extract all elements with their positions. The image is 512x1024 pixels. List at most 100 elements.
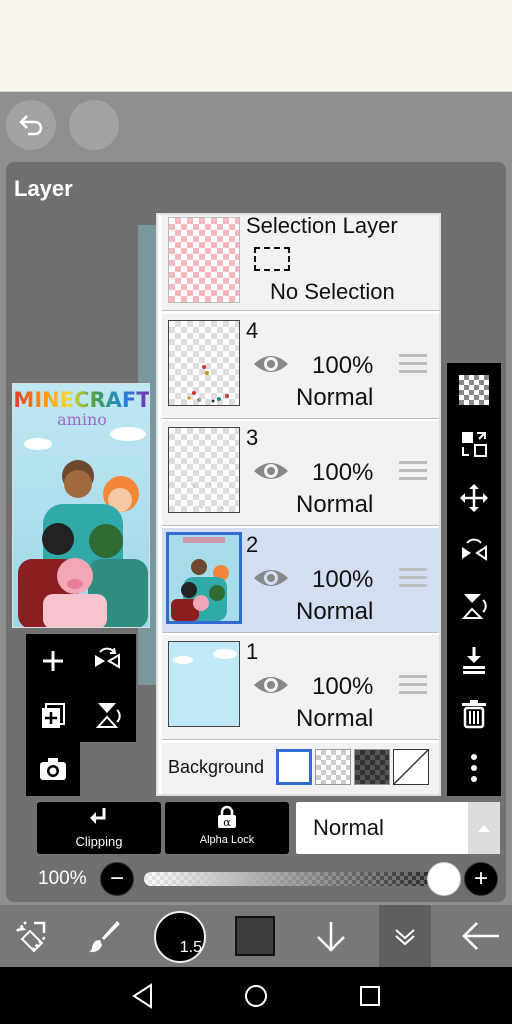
selection-layer-thumbnail — [168, 217, 240, 303]
clipping-button[interactable]: Clipping — [37, 802, 161, 854]
drag-handle-icon[interactable] — [399, 461, 427, 485]
background-white-option[interactable] — [276, 749, 312, 785]
flip-vertical-button[interactable] — [80, 688, 134, 742]
copy-layer-button[interactable] — [26, 688, 80, 742]
bottom-toolbar: 1.5 — [0, 905, 512, 967]
opacity-decrease-button[interactable]: − — [100, 862, 134, 896]
lock-icon: α — [218, 805, 236, 829]
layer-blend-mode: Normal — [296, 598, 374, 625]
background-label: Background — [168, 757, 265, 777]
opacity-slider[interactable] — [144, 872, 444, 886]
layer-blend-mode: Normal — [296, 384, 374, 411]
layer-opacity: 100% — [312, 459, 374, 486]
minus-icon: − — [109, 865, 124, 892]
selection-marquee-icon — [254, 247, 290, 271]
flip-horizontal-button[interactable] — [447, 525, 501, 579]
camera-icon — [40, 758, 66, 780]
more-icon — [471, 754, 477, 782]
chevron-up-icon — [478, 825, 490, 832]
svg-text:α: α — [223, 816, 231, 829]
color-button[interactable] — [230, 905, 280, 967]
selection-status: No Selection — [270, 279, 395, 304]
eye-icon — [254, 356, 288, 372]
merge-down-button[interactable] — [447, 633, 501, 687]
layer-thumbnail-2 — [166, 532, 242, 624]
opacity-label: 100% — [38, 868, 87, 889]
left-tools — [26, 634, 136, 796]
layer-blend-mode: Normal — [296, 705, 374, 732]
back-button[interactable] — [456, 905, 506, 967]
blend-mode-arrow[interactable] — [468, 802, 500, 854]
layer-thumbnail-1 — [168, 641, 240, 727]
visibility-toggle[interactable] — [252, 566, 290, 595]
system-navigation-bar — [0, 967, 512, 1024]
down-arrow-button[interactable] — [306, 905, 356, 967]
selection-tools-icon — [16, 921, 46, 953]
visibility-toggle[interactable] — [252, 352, 290, 381]
layer-thumbnail-4 — [168, 320, 240, 406]
delete-layer-button[interactable] — [447, 687, 501, 741]
chevron-double-down-icon — [395, 929, 415, 946]
transform-button[interactable] — [447, 417, 501, 471]
brush-icon — [89, 921, 120, 953]
layer-number: 2 — [246, 532, 259, 557]
layer-row-3[interactable]: 3 100% Normal — [162, 421, 439, 526]
layer-blend-mode: Normal — [296, 491, 374, 518]
camera-button[interactable] — [26, 742, 80, 796]
alpha-lock-label: Alpha Lock — [199, 834, 255, 846]
redo-icon — [81, 114, 107, 136]
layer-number: 3 — [246, 425, 259, 450]
nav-home-button[interactable] — [241, 981, 271, 1011]
nav-recents-button[interactable] — [355, 981, 385, 1011]
selection-layer-title: Selection Layer — [246, 213, 398, 238]
drag-handle-icon[interactable] — [399, 354, 427, 378]
brush-size-button[interactable]: 1.5 — [154, 911, 206, 963]
layer-list: Selection Layer No Selection 4 100% Norm… — [156, 213, 441, 796]
visibility-toggle[interactable] — [252, 673, 290, 702]
background-transparent-option[interactable] — [315, 749, 351, 785]
redo-button[interactable] — [69, 100, 119, 150]
layer-2-content — [171, 537, 229, 621]
canvas-paper — [0, 0, 512, 92]
undo-icon — [19, 115, 43, 136]
layer-opacity: 100% — [312, 566, 374, 593]
copy-layer-icon — [42, 703, 65, 728]
move-button[interactable] — [447, 471, 501, 525]
alpha-lock-button[interactable]: α Alpha Lock — [165, 802, 289, 854]
characters-illustration — [18, 427, 148, 627]
selection-layer-row[interactable]: Selection Layer No Selection — [162, 215, 439, 311]
opacity-slider-knob[interactable] — [427, 862, 461, 896]
drag-handle-icon[interactable] — [399, 675, 427, 699]
add-layer-icon — [43, 651, 63, 671]
selection-tool-button[interactable] — [8, 905, 54, 967]
visibility-toggle[interactable] — [252, 459, 290, 488]
layer-row-2[interactable]: 2 100% Normal — [162, 528, 439, 633]
clipping-label: Clipping — [75, 834, 123, 849]
brush-tool-button[interactable] — [80, 905, 130, 967]
drag-handle-icon[interactable] — [399, 568, 427, 592]
layer-opacity: 100% — [312, 673, 374, 700]
layer-row-4[interactable]: 4 100% Normal — [162, 314, 439, 419]
undo-button[interactable] — [6, 100, 56, 150]
layer-4-content — [187, 365, 229, 403]
nav-home-icon — [245, 985, 267, 1007]
background-dark-option[interactable] — [354, 749, 390, 785]
checkerboard-button[interactable] — [447, 363, 501, 417]
layer-menu-button[interactable] — [379, 905, 431, 967]
more-options-button[interactable] — [447, 741, 501, 795]
layer-number: 4 — [246, 318, 259, 343]
merge-down-icon — [463, 647, 485, 674]
nav-back-button[interactable] — [128, 981, 158, 1011]
color-swatch — [235, 916, 275, 956]
flip-horizontal-button[interactable] — [80, 634, 134, 688]
layer-row-1[interactable]: 1 100% Normal — [162, 635, 439, 740]
move-icon — [460, 484, 488, 512]
opacity-increase-button[interactable]: + — [464, 862, 498, 896]
blend-mode-select[interactable]: Normal — [296, 802, 500, 854]
background-none-option[interactable] — [393, 749, 429, 785]
eye-icon — [254, 463, 288, 479]
add-layer-button[interactable] — [26, 634, 80, 688]
flip-vertical-button[interactable] — [447, 579, 501, 633]
layer-3-content — [190, 482, 225, 510]
canvas-preview: MINECRAFT amino — [12, 383, 150, 628]
